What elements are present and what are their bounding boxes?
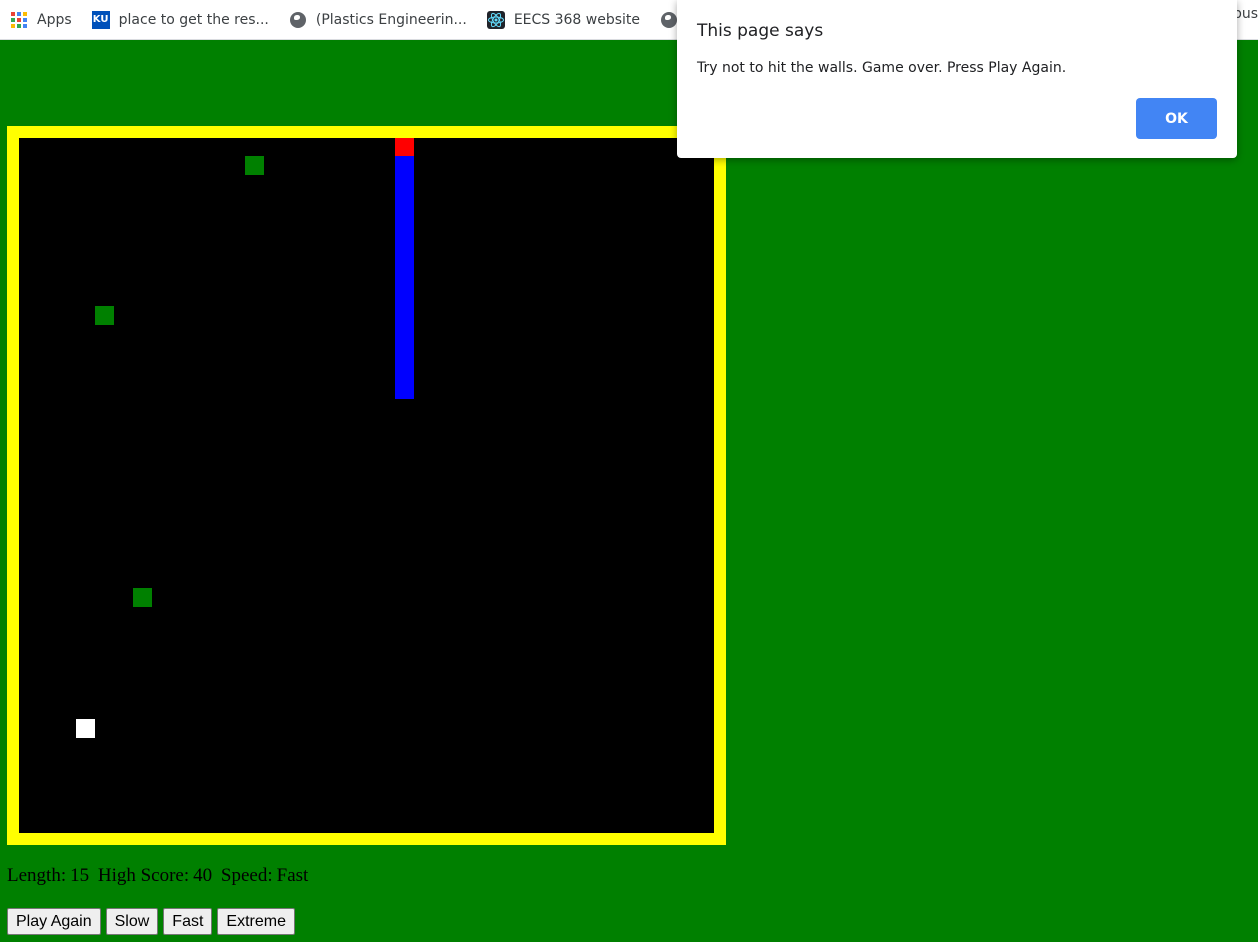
ok-button[interactable]: OK (1136, 98, 1217, 139)
snake-head (395, 138, 414, 157)
extreme-button[interactable]: Extreme (217, 908, 295, 935)
bookmark-place-to-get[interactable]: KU place to get the res... (82, 6, 279, 34)
bookmark-label: (Plastics Engineerin... (315, 11, 467, 28)
special-item (76, 719, 95, 738)
globe-icon (289, 11, 307, 29)
alert-dialog: This page says Try not to hit the walls.… (677, 0, 1237, 158)
apps-grid-icon (10, 11, 28, 29)
status-line: Length: 15 High Score: 40 Speed: Fast (7, 865, 312, 887)
snake-segment (395, 212, 414, 232)
dialog-message: Try not to hit the walls. Game over. Pre… (697, 60, 1067, 76)
snake-segment (395, 175, 414, 195)
fast-button[interactable]: Fast (163, 908, 213, 935)
globe-icon (660, 11, 678, 29)
snake-segment (395, 362, 414, 382)
game-board (19, 138, 714, 833)
snake-segment (395, 231, 414, 251)
high-score-label: High Score: (97, 865, 190, 886)
dialog-title: This page says (697, 21, 824, 41)
snake-segment (395, 324, 414, 344)
high-score-value: 40 (193, 865, 213, 886)
bookmark-label: EECS 368 website (513, 11, 641, 28)
bookmark-eecs-368[interactable]: EECS 368 website (477, 6, 650, 34)
snake-segment (395, 306, 414, 326)
food-item (133, 588, 152, 607)
food-item (95, 306, 114, 325)
snake-segment (395, 380, 414, 400)
speed-value: Fast (276, 865, 309, 886)
snake-segment (395, 343, 414, 363)
play-again-button[interactable]: Play Again (7, 908, 101, 935)
snake-segment (395, 250, 414, 270)
food-item (245, 156, 264, 175)
react-atom-icon (486, 10, 505, 29)
game-controls: Play Again Slow Fast Extreme (7, 908, 295, 935)
bookmark-label: place to get the res... (118, 11, 269, 28)
bookmark-apps[interactable]: Apps (0, 6, 82, 34)
slow-button[interactable]: Slow (105, 908, 159, 935)
snake-segment (395, 287, 414, 307)
snake-segment (395, 194, 414, 214)
bookmark-label: Apps (37, 11, 72, 28)
speed-label: Speed: (220, 865, 273, 886)
length-label: Length: (7, 865, 67, 886)
ku-logo-icon: KU (91, 10, 110, 29)
length-value: 15 (70, 865, 90, 886)
bookmark-plastics-engineering[interactable]: (Plastics Engineerin... (279, 6, 477, 34)
snake-segment (395, 156, 414, 176)
snake-segment (395, 268, 414, 288)
